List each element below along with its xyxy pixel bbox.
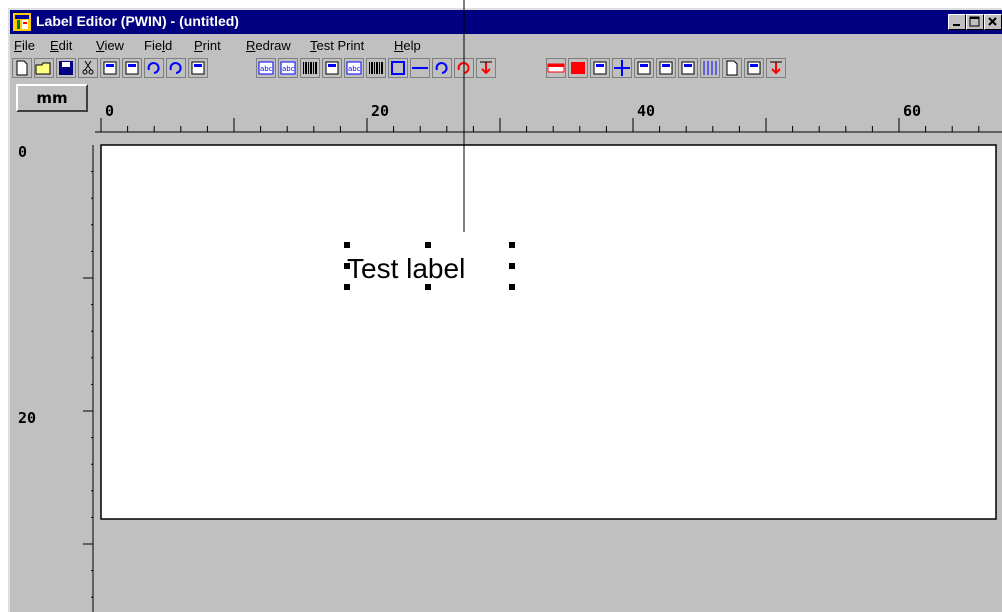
top-ruler-label: 60 [903,102,921,120]
top-ruler-label: 0 [105,102,114,120]
selection-handle[interactable] [509,242,515,248]
left-ruler-label: 0 [18,143,27,161]
selection-handle[interactable] [425,242,431,248]
top-ruler-label: 20 [371,102,389,120]
top-ruler-label: 40 [637,102,655,120]
label-canvas[interactable]: 0 20 40 60 0 20 Test label [0,0,1002,612]
selection-handle[interactable] [344,263,350,269]
label-text-field[interactable]: Test label [347,253,465,284]
label-area[interactable] [100,144,997,520]
selection-handle[interactable] [509,263,515,269]
left-ruler-label: 20 [18,409,36,427]
selection-handle[interactable] [344,284,350,290]
selection-handle[interactable] [509,284,515,290]
selection-handle[interactable] [425,284,431,290]
selection-handle[interactable] [344,242,350,248]
